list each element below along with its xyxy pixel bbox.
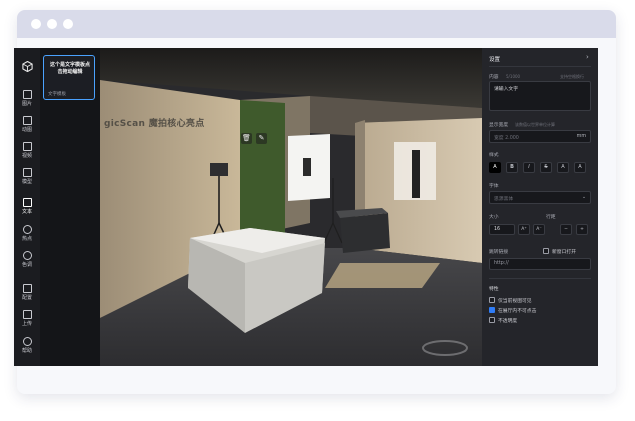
sidebar-item-upload[interactable]: 上传 xyxy=(14,310,40,327)
hotspot-icon xyxy=(22,225,32,234)
text-template-card[interactable]: 这个是文字模板点击拖动编辑 文字模板 xyxy=(43,55,95,100)
link-input[interactable]: http:// xyxy=(489,258,591,270)
sidebar-item-video[interactable]: 视频 xyxy=(14,142,40,159)
sidebar-item-config[interactable]: 配置 xyxy=(14,284,40,301)
text-icon xyxy=(22,198,32,207)
settings-panel: 设置 › 内容 5/1000 支持空格换行 请输入文字 显示宽度 该数值以世界单… xyxy=(482,48,598,366)
upload-icon xyxy=(22,310,32,319)
content-label: 内容 xyxy=(489,75,499,80)
editor-app: 图片 动图 视频 模型 文本 热点 色调 配置 上传 帮助 这个是文字模板点击拖… xyxy=(14,48,598,366)
window-dot-1 xyxy=(31,19,41,29)
style-button-outline[interactable]: A xyxy=(574,162,586,173)
sidebar-item-text[interactable]: 文本 xyxy=(14,198,40,215)
template-card-subtitle: 文字模板 xyxy=(48,92,66,97)
width-input[interactable]: 宽度 2.000 mm xyxy=(489,130,591,143)
chevron-down-icon: ⌄ xyxy=(581,195,586,200)
trash-icon[interactable]: 🗑 xyxy=(241,133,252,144)
width-label: 显示宽度 xyxy=(489,123,509,128)
cube-icon xyxy=(22,168,32,177)
increase-size-button[interactable]: A⁺ xyxy=(518,224,530,235)
new-window-checkbox[interactable] xyxy=(543,248,549,254)
tool-sidebar: 图片 动图 视频 模型 文本 热点 色调 配置 上传 帮助 xyxy=(14,48,40,366)
template-card-title: 这个是文字模板点击拖动编辑 xyxy=(49,62,90,75)
font-label: 字体 xyxy=(489,184,499,189)
size-input[interactable]: 16 xyxy=(489,224,515,235)
window-dot-3 xyxy=(63,19,73,29)
content-textarea[interactable]: 请输入文字 xyxy=(489,81,591,111)
video-icon xyxy=(22,142,32,151)
palette-icon xyxy=(22,251,32,260)
settings-title: 设置 xyxy=(489,57,501,63)
spacing-increase-button[interactable]: + xyxy=(576,224,588,235)
divider xyxy=(489,278,591,279)
sidebar-item-hotspot[interactable]: 热点 xyxy=(14,225,40,242)
style-button-bold[interactable]: B xyxy=(506,162,518,173)
content-hint: 支持空格换行 xyxy=(560,74,584,79)
feature-label: 仅当前视图可见 xyxy=(498,299,532,304)
divider xyxy=(489,66,591,67)
features-label: 特性 xyxy=(489,287,499,292)
window-dot-2 xyxy=(47,19,57,29)
content-count: 5/1000 xyxy=(506,74,521,79)
feature-checkbox-visible[interactable] xyxy=(489,297,495,303)
feature-checkbox-opacity[interactable] xyxy=(489,317,495,323)
link-label: 跳转链接 xyxy=(489,250,509,255)
spacing-label: 行距 xyxy=(546,215,556,220)
image-icon xyxy=(22,90,32,99)
template-panel: 这个是文字模板点击拖动编辑 文字模板 xyxy=(40,48,100,366)
feature-checkbox-unclickable[interactable] xyxy=(489,307,495,313)
spacing-decrease-button[interactable]: − xyxy=(560,224,572,235)
style-button-italic[interactable]: I xyxy=(523,162,535,173)
style-button-strike[interactable]: S xyxy=(540,162,552,173)
style-button-shadow[interactable]: A xyxy=(557,162,569,173)
gif-icon xyxy=(22,116,32,125)
sliders-icon xyxy=(22,284,32,293)
style-label: 样式 xyxy=(489,153,499,158)
sidebar-item-gif[interactable]: 动图 xyxy=(14,116,40,133)
decrease-size-button[interactable]: A⁻ xyxy=(533,224,545,235)
pencil-icon[interactable]: ✎ xyxy=(256,133,267,144)
window-titlebar xyxy=(17,10,616,38)
new-window-label: 新窗口打开 xyxy=(552,250,576,255)
width-hint: 该数值以世界单位计算 xyxy=(515,122,555,127)
size-label: 大小 xyxy=(489,215,499,220)
scene-render xyxy=(100,48,482,366)
sidebar-item-images[interactable]: 图片 xyxy=(14,90,40,107)
chevron-right-icon[interactable]: › xyxy=(586,53,589,61)
font-select[interactable]: 思源黑体 ⌄ xyxy=(489,191,591,204)
feature-label: 不透明度 xyxy=(498,319,518,324)
scene-viewport[interactable]: gicScan 魔拍核心亮点 🗑 ✎ xyxy=(100,48,482,366)
sidebar-item-help[interactable]: 帮助 xyxy=(14,337,40,354)
help-icon xyxy=(22,337,32,346)
scene-wall-title: gicScan 魔拍核心亮点 xyxy=(104,119,205,129)
app-logo-icon xyxy=(22,61,33,72)
feature-label: 在展厅内不可点击 xyxy=(498,309,537,314)
sidebar-item-tone[interactable]: 色调 xyxy=(14,251,40,268)
style-button-color[interactable]: A xyxy=(489,162,501,173)
sidebar-item-model[interactable]: 模型 xyxy=(14,168,40,185)
